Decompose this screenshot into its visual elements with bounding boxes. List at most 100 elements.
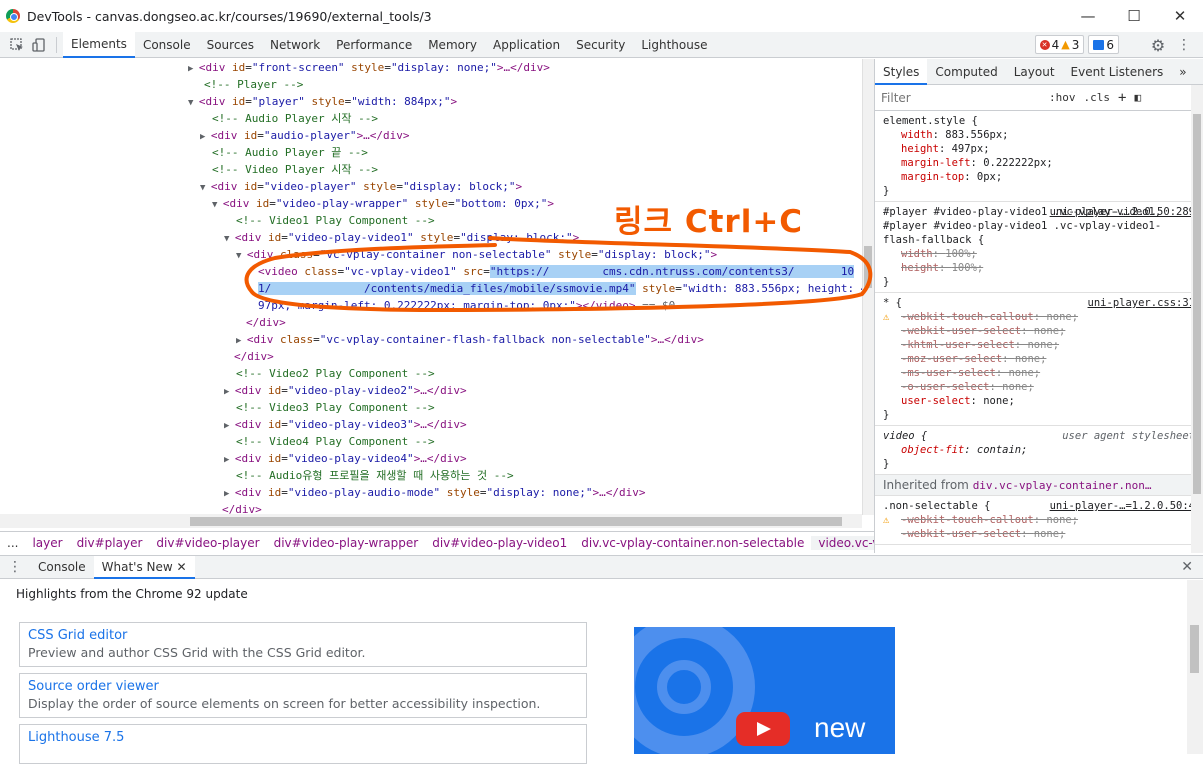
tab-elements[interactable]: Elements [63, 31, 135, 58]
feature-card-title[interactable]: CSS Grid editor [28, 627, 578, 644]
drawer-tab-whats-new[interactable]: What's New ✕ [93, 555, 195, 579]
tab-network[interactable]: Network [262, 32, 328, 58]
collapse-arrow-icon[interactable]: ▼ [212, 200, 223, 210]
expand-arrow-icon[interactable]: ▶ [224, 421, 235, 431]
tab-layout[interactable]: Layout [1006, 59, 1063, 85]
tree-vertical-scroll-thumb[interactable] [864, 246, 872, 288]
feature-card-title[interactable]: Lighthouse 7.5 [28, 729, 578, 746]
tree-node[interactable]: ▶ <div id="audio-player">…</div> [0, 127, 862, 144]
new-rule-icon[interactable]: + [1118, 90, 1126, 106]
tree-close-tag[interactable]: </div> [0, 314, 862, 331]
youtube-play-icon[interactable] [736, 712, 790, 746]
breadcrumb-item[interactable]: div#player [70, 536, 150, 550]
selected-video-node-end[interactable]: 97px; margin-left: 0.222222px; margin-to… [0, 297, 862, 314]
expand-arrow-icon[interactable]: ▶ [224, 489, 235, 499]
rule-source-link[interactable]: uni-player.css:31 [1088, 296, 1195, 310]
device-toolbar-icon[interactable] [28, 34, 50, 56]
expand-arrow-icon[interactable]: ▶ [224, 387, 235, 397]
breadcrumb-item[interactable]: div.vc-vplay-container.non-selectable [574, 536, 811, 550]
tree-close-tag[interactable]: </div> [0, 501, 862, 515]
toggle-sidebar-icon[interactable]: ◧ [1134, 91, 1141, 104]
feature-card[interactable]: Lighthouse 7.5 [19, 724, 587, 764]
tree-horizontal-scroll-thumb[interactable] [190, 517, 842, 526]
minimize-button[interactable]: — [1065, 0, 1111, 32]
styles-filter-input[interactable] [881, 90, 1041, 105]
expand-arrow-icon[interactable]: ▶ [224, 455, 235, 465]
tree-node[interactable]: ▶ <div id="front-screen" style="display:… [0, 59, 862, 76]
collapse-arrow-icon[interactable]: ▼ [188, 98, 199, 108]
tab-console[interactable]: Console [135, 32, 199, 58]
element-style-rule[interactable]: element.style { width: 883.556px; height… [875, 111, 1203, 202]
tree-node[interactable]: ▼ <div class="vc-vplay-container non-sel… [0, 246, 862, 263]
tree-comment[interactable]: <!-- Audio Player 끝 --> [0, 144, 862, 161]
video-src-link-cont[interactable]: 1/ /contents/media_files/mobile/ssmovie.… [258, 282, 636, 295]
breadcrumb-item[interactable]: div#video-player [149, 536, 266, 550]
feature-card[interactable]: CSS Grid editor Preview and author CSS G… [19, 622, 587, 667]
tree-comment[interactable]: <!-- Audio유형 프로필을 재생할 때 사용하는 것 --> [0, 467, 862, 484]
video-src-link[interactable]: "https:// cms.cdn.ntruss.com/contents3/ … [489, 265, 855, 278]
feature-card[interactable]: Source order viewer Display the order of… [19, 673, 587, 718]
tree-comment[interactable]: <!-- Video3 Play Component --> [0, 399, 862, 416]
selected-video-node[interactable]: <video class="vc-vplay-video1" src="http… [0, 263, 862, 280]
class-toggle[interactable]: .cls [1084, 91, 1111, 104]
breadcrumb-item-selected[interactable]: video.vc-vplay-video1 [811, 535, 874, 550]
close-drawer-icon[interactable]: ✕ [1181, 559, 1193, 575]
settings-gear-icon[interactable]: ⚙ [1147, 34, 1169, 56]
tree-node[interactable]: ▼ <div id="video-player" style="display:… [0, 178, 862, 195]
hover-state-toggle[interactable]: :hov [1049, 91, 1076, 104]
selected-video-node-cont[interactable]: 1/ /contents/media_files/mobile/ssmovie.… [0, 280, 862, 297]
tree-node[interactable]: ▶ <div id="video-play-video2">…</div> [0, 382, 862, 399]
collapse-arrow-icon[interactable]: ▼ [200, 183, 211, 193]
non-selectable-rule[interactable]: uni-player-…=1.2.0.50:4 .non-selectable … [875, 496, 1203, 545]
tree-comment[interactable]: <!-- Video4 Play Component --> [0, 433, 862, 450]
tab-lighthouse[interactable]: Lighthouse [633, 32, 715, 58]
collapse-arrow-icon[interactable]: ▼ [236, 251, 247, 261]
breadcrumb-item[interactable]: layer [25, 536, 69, 550]
tab-memory[interactable]: Memory [420, 32, 485, 58]
player-video-rule[interactable]: uni-player-….2.0.50:289 #player #video-p… [875, 202, 1203, 293]
tree-node[interactable]: ▶ <div id="video-play-audio-mode" style=… [0, 484, 862, 501]
maximize-button[interactable]: ☐ [1111, 0, 1157, 32]
more-options-icon[interactable]: ⋮ [1173, 34, 1195, 56]
tree-comment[interactable]: <!-- Player --> [0, 76, 862, 93]
breadcrumb-item[interactable]: div#video-play-wrapper [267, 536, 426, 550]
feature-card-title[interactable]: Source order viewer [28, 678, 578, 695]
close-tab-icon[interactable]: ✕ [177, 560, 187, 574]
collapse-arrow-icon[interactable]: ▼ [224, 234, 235, 244]
tab-event-listeners[interactable]: Event Listeners [1063, 59, 1172, 85]
styles-scroll-thumb[interactable] [1193, 114, 1201, 494]
drawer-scroll-thumb[interactable] [1190, 625, 1199, 673]
tree-comment[interactable]: <!-- Video2 Play Component --> [0, 365, 862, 382]
tree-node[interactable]: ▶ <div id="video-play-video4">…</div> [0, 450, 862, 467]
issues-badge[interactable]: ✕ 4 ▲ 3 [1034, 35, 1085, 54]
tab-styles[interactable]: Styles [875, 59, 928, 85]
tree-comment[interactable]: <!-- Audio Player 시작 --> [0, 110, 862, 127]
expand-arrow-icon[interactable]: ▶ [236, 336, 247, 346]
tab-sources[interactable]: Sources [199, 32, 262, 58]
breadcrumb-overflow-left[interactable]: ... [0, 536, 25, 550]
whats-new-video-thumbnail[interactable]: new [634, 627, 895, 754]
tab-computed[interactable]: Computed [927, 59, 1005, 85]
expand-arrow-icon[interactable]: ▶ [200, 132, 211, 142]
tab-security[interactable]: Security [568, 32, 633, 58]
user-agent-rule[interactable]: user agent stylesheet video { object-fit… [875, 426, 1203, 475]
rule-source-link[interactable]: uni-player-….2.0.50:289 [1050, 205, 1195, 219]
drawer-menu-icon[interactable]: ⋮ [0, 559, 30, 575]
messages-badge[interactable]: 6 [1088, 35, 1119, 54]
tab-application[interactable]: Application [485, 32, 568, 58]
tree-close-tag[interactable]: </div> [0, 348, 862, 365]
breadcrumb-item[interactable]: div#video-play-video1 [425, 536, 574, 550]
tree-comment[interactable]: <!-- Video Player 시작 --> [0, 161, 862, 178]
tab-performance[interactable]: Performance [328, 32, 420, 58]
rule-source-link[interactable]: uni-player-…=1.2.0.50:4 [1050, 499, 1195, 513]
drawer-tab-console[interactable]: Console [30, 556, 94, 579]
inherited-from-link[interactable]: div.vc-vplay-container.non… [973, 479, 1152, 492]
universal-rule[interactable]: uni-player.css:31 * { ⚠ -webkit-touch-cal… [875, 293, 1203, 426]
more-tabs-icon[interactable]: » [1171, 59, 1194, 85]
inspect-element-icon[interactable] [6, 34, 28, 56]
close-window-button[interactable]: ✕ [1157, 0, 1203, 32]
tree-node[interactable]: ▼ <div id="player" style="width: 884px;"… [0, 93, 862, 110]
tree-node[interactable]: ▶ <div id="video-play-video3">…</div> [0, 416, 862, 433]
expand-arrow-icon[interactable]: ▶ [188, 64, 199, 74]
tree-node[interactable]: ▶ <div class="vc-vplay-container-flash-f… [0, 331, 862, 348]
